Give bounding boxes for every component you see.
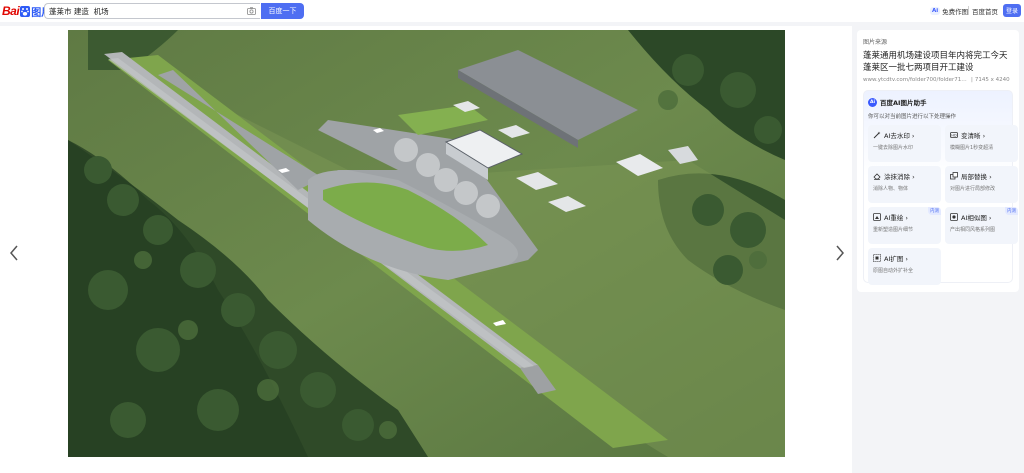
tool-desc: 产出相同风格系列图: [950, 227, 996, 233]
ai-assistant-icon: Ai: [868, 97, 877, 107]
paw-icon: [20, 5, 31, 17]
replace-icon: [950, 172, 958, 180]
source-url[interactable]: www.ytcdtv.com/folder700/folder717/fold.…: [863, 77, 969, 83]
info-panel: 图片来源 蓬莱通用机场建设项目年内将完工今天蓬莱区一批七两项目开工建设 www.…: [857, 30, 1019, 292]
image-dimensions: 7145 x 4240: [974, 77, 1010, 83]
expand-icon: [873, 254, 881, 262]
main-image: [68, 30, 785, 457]
tool-title: AI重绘 ›: [884, 214, 909, 222]
assistant-title: 百度AI图片助手: [880, 99, 927, 107]
tool-ai-expand[interactable]: AI扩图 › 原图自动外扩补全: [868, 248, 941, 285]
login-button[interactable]: 登录: [1003, 4, 1021, 17]
beta-badge: 内测: [928, 207, 941, 215]
chevron-right-icon[interactable]: [834, 244, 846, 262]
hd-icon: HD: [950, 132, 958, 138]
source-title[interactable]: 蓬莱通用机场建设项目年内将完工今天蓬莱区一批七两项目开工建设: [863, 50, 1013, 74]
airport-rendering: [68, 30, 785, 457]
tool-title: AI扩图 ›: [884, 255, 909, 263]
baidu-home-link[interactable]: 百度首页: [972, 4, 998, 17]
source-label: 图片来源: [863, 39, 888, 46]
top-bar: Bai 图片 百度一下 Ai 免费作图 百度首页 登录: [0, 0, 1024, 22]
source-meta: www.ytcdtv.com/folder700/folder717/fold.…: [863, 77, 1013, 83]
tool-replace[interactable]: 局部替换 › 对图片进行局部修改: [945, 166, 1018, 203]
tool-enhance[interactable]: HD 变清晰 › 模糊图片1秒变超清: [945, 125, 1018, 162]
similar-icon: [950, 213, 958, 221]
tool-ai-similar[interactable]: 内测 AI相似图 › 产出相同风格系列图: [945, 207, 1018, 244]
tool-desc: 重新塑造图片细节: [873, 227, 914, 233]
camera-icon[interactable]: [247, 7, 256, 15]
tool-title: 涂抹消除 ›: [884, 173, 915, 181]
search-button[interactable]: 百度一下: [261, 3, 304, 19]
tool-title: 局部替换 ›: [961, 173, 992, 181]
tool-desc: 原图自动外扩补全: [873, 268, 914, 274]
svg-text:HD: HD: [951, 134, 957, 138]
tool-title: AI去水印 ›: [884, 132, 915, 140]
ai-draw-button[interactable]: Ai 免费作图: [930, 4, 968, 17]
tool-desc: 消除人物、物体: [873, 186, 909, 192]
assistant-header: Ai 百度AI图片助手: [868, 97, 1008, 107]
paint-icon: [873, 213, 881, 221]
search-input[interactable]: [49, 6, 239, 16]
search-box: [44, 3, 260, 19]
tool-grid: AI去水印 › 一键去除图片水印 HD 变清晰 › 模糊图片1秒变超清 涂抹消除…: [868, 125, 1018, 285]
chevron-left-icon[interactable]: [8, 244, 20, 262]
meta-separator: |: [971, 77, 973, 83]
tool-desc: 一键去除图片水印: [873, 145, 914, 151]
magic-wand-icon: [873, 131, 881, 139]
ai-assistant-card: Ai 百度AI图片助手 你可以对当前图片进行以下处理操作 AI去水印 › 一键去…: [863, 90, 1018, 285]
tool-title: AI相似图 ›: [961, 214, 992, 222]
beta-badge: 内测: [1005, 207, 1018, 215]
header-divider: [968, 6, 969, 15]
assistant-description: 你可以对当前图片进行以下处理操作: [868, 114, 957, 120]
tool-ai-repaint[interactable]: 内测 AI重绘 › 重新塑造图片细节: [868, 207, 941, 244]
tool-erase[interactable]: 涂抹消除 › 消除人物、物体: [868, 166, 941, 203]
ai-draw-label: 免费作图: [942, 7, 969, 16]
tool-desc: 模糊图片1秒变超清: [950, 145, 994, 151]
ai-badge: Ai: [930, 6, 941, 15]
eraser-icon: [873, 173, 881, 180]
tool-desc: 对图片进行局部修改: [950, 186, 996, 192]
image-viewer: [0, 26, 852, 473]
tool-remove-watermark[interactable]: AI去水印 › 一键去除图片水印: [868, 125, 941, 162]
tool-title: 变清晰 ›: [961, 132, 986, 140]
